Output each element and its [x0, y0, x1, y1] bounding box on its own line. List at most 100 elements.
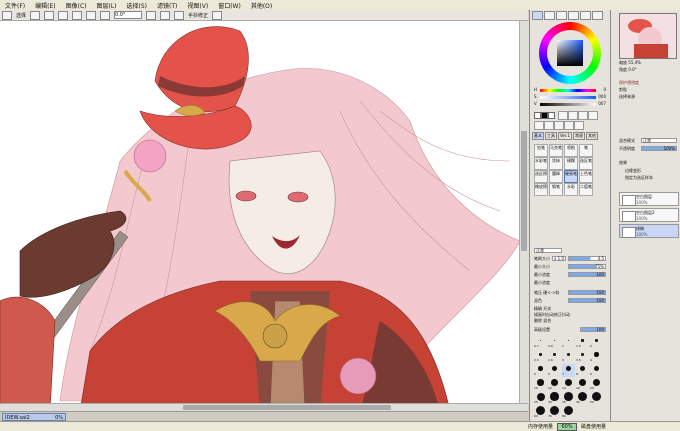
- menu-view[interactable]: 视图(V): [182, 1, 213, 10]
- brush-size-preset[interactable]: 8: [576, 364, 589, 377]
- brush-tool-button[interactable]: 钢笔: [549, 183, 563, 196]
- layer-item[interactable]: 空白图层2 100%: [619, 208, 679, 222]
- brush-size-preset[interactable]: 20: [590, 378, 603, 391]
- rotate-tool-icon[interactable]: [554, 121, 564, 130]
- rgb-slider-tab[interactable]: [544, 11, 555, 20]
- secondary-color-swatch[interactable]: [541, 112, 548, 119]
- menu-layer[interactable]: 图层(L): [92, 1, 122, 10]
- brush-size-preset[interactable]: 0.7: [534, 336, 547, 349]
- rotate-right-button[interactable]: [100, 10, 111, 20]
- brush-tool-button[interactable]: 选区擦: [534, 170, 548, 183]
- edge-effect-checkbox[interactable]: 边缘变形: [625, 168, 641, 174]
- horizontal-scroll-thumb[interactable]: [183, 405, 391, 410]
- navigator-angle[interactable]: 角度 0.0°: [619, 67, 637, 73]
- brush-size-preset[interactable]: 9: [590, 364, 603, 377]
- brush-tool-button[interactable]: 马克笔: [549, 144, 563, 157]
- swap-colors-button[interactable]: [558, 111, 568, 120]
- menu-select[interactable]: 选择(S): [122, 1, 153, 10]
- zoom-out-button[interactable]: [58, 10, 69, 20]
- brush-size-preset[interactable]: 2: [590, 336, 603, 349]
- brush-size-preset[interactable]: 1.5: [576, 336, 589, 349]
- drawing-canvas[interactable]: [0, 21, 528, 411]
- layer-item-selected[interactable]: 线稿 100%: [619, 224, 679, 238]
- vertical-scroll-thumb[interactable]: [521, 131, 527, 251]
- saturation-track[interactable]: [540, 96, 596, 99]
- document-tab[interactable]: IDEW.sai2 0%: [2, 413, 66, 421]
- layer-opacity-slider[interactable]: 100%: [641, 146, 677, 151]
- brush-size-preset[interactable]: 0.8: [548, 336, 561, 349]
- brush-size-preset[interactable]: 70: [548, 406, 561, 419]
- select-tool-button[interactable]: [2, 10, 12, 20]
- navigator-preview[interactable]: [619, 13, 677, 59]
- menu-filter[interactable]: 滤镜(T): [152, 1, 182, 10]
- brush-size-multiplier[interactable]: x 1.0: [552, 256, 566, 261]
- tool-tab-ver1[interactable]: Ver.1: [558, 132, 572, 140]
- rotate-left-button[interactable]: [86, 10, 97, 20]
- menu-other[interactable]: 其他(O): [246, 1, 277, 10]
- brush-size-preset[interactable]: 1: [562, 336, 575, 349]
- brush-size-preset[interactable]: 3: [562, 350, 575, 363]
- palette-tab[interactable]: [592, 11, 603, 20]
- brush-size-preset[interactable]: 10: [534, 378, 547, 391]
- transparent-color-swatch[interactable]: [548, 112, 555, 119]
- tool-tab-tools[interactable]: 工具: [545, 132, 557, 140]
- stabilizer-level-button[interactable]: [212, 10, 223, 20]
- value-slider[interactable]: V 007: [534, 101, 606, 107]
- menu-file[interactable]: 文件(F): [0, 1, 30, 10]
- brush-tool-button[interactable]: 二值笔: [579, 183, 593, 196]
- blend-mode-select[interactable]: 正常: [534, 248, 562, 253]
- navigator-zoom[interactable]: 缩放 55.4%: [619, 60, 641, 66]
- brush-size-preset[interactable]: 5: [534, 364, 547, 377]
- color-wheel-tab[interactable]: [532, 11, 543, 20]
- sample-selection-checkbox[interactable]: 指定为选区样本: [625, 175, 653, 181]
- delete-blend-checkbox-label[interactable]: 删除 混合: [534, 318, 551, 324]
- brush-size-preset[interactable]: 35: [562, 392, 575, 405]
- hand-tool-icon[interactable]: [564, 121, 574, 130]
- brush-size-preset[interactable]: 30: [548, 392, 561, 405]
- hsv-slider-tab[interactable]: [556, 11, 567, 20]
- brush-tool-button[interactable]: 上色笔: [579, 170, 593, 183]
- brush-size-preset[interactable]: 40: [576, 392, 589, 405]
- move-tool-icon[interactable]: [534, 121, 544, 130]
- brush-size-preset[interactable]: 7: [562, 364, 575, 377]
- invert-selection-button[interactable]: [44, 10, 55, 20]
- hue-slider[interactable]: H 0: [534, 87, 606, 93]
- magic-wand-icon[interactable]: [588, 111, 598, 120]
- layer-item[interactable]: 空白图层 100%: [619, 192, 679, 206]
- menu-edit[interactable]: 编辑(E): [30, 1, 60, 10]
- min-size-slider[interactable]: 75%: [568, 264, 606, 269]
- brush-tool-button[interactable]: 铅笔: [534, 144, 548, 157]
- select-tool-icon[interactable]: [568, 111, 578, 120]
- menu-window[interactable]: 窗口(W): [213, 1, 246, 10]
- primary-color-swatch[interactable]: [534, 112, 541, 119]
- brush-tool-button[interactable]: 水彩笔: [534, 157, 548, 170]
- brush-tool-button[interactable]: 模糊: [564, 157, 578, 170]
- brush-size-preset[interactable]: 6: [548, 364, 561, 377]
- value-track[interactable]: [540, 103, 596, 106]
- brush-size-slider[interactable]: 4.5: [568, 256, 606, 261]
- brush-size-preset[interactable]: 16: [576, 378, 589, 391]
- angle-field[interactable]: 0.0°: [114, 11, 143, 19]
- lasso-tool-icon[interactable]: [578, 111, 588, 120]
- brush-size-preset[interactable]: 3.5: [576, 350, 589, 363]
- brush-size-preset[interactable]: 80: [562, 406, 575, 419]
- brush-tool-button[interactable]: 涂抹: [549, 157, 563, 170]
- brush-tool-button[interactable]: 笔: [579, 144, 593, 157]
- stabilizer-icon[interactable]: [174, 10, 185, 20]
- blend-slider[interactable]: 100: [568, 298, 606, 303]
- brush-size-preset[interactable]: 12: [548, 378, 561, 391]
- protect-opacity-checkbox[interactable]: 保护透明度: [619, 80, 639, 86]
- tool-tab-common[interactable]: 常规: [572, 132, 585, 140]
- tool-tab-basic[interactable]: 基本: [532, 132, 544, 140]
- brush-tool-button[interactable]: 魔棒: [549, 170, 563, 183]
- brush-tool-button[interactable]: 喷枪: [564, 144, 578, 157]
- brush-size-preset[interactable]: 50: [590, 392, 603, 405]
- brush-size-preset[interactable]: 60: [534, 406, 547, 419]
- hue-track[interactable]: [540, 89, 596, 92]
- brush-size-preset[interactable]: 25: [534, 392, 547, 405]
- layer-blend-mode-select[interactable]: 正常: [641, 138, 677, 143]
- reset-rotation-button[interactable]: [146, 10, 157, 20]
- vertical-scrollbar[interactable]: [519, 21, 529, 403]
- brush-tool-button[interactable]: 选区笔: [579, 157, 593, 170]
- flip-button[interactable]: [160, 10, 171, 20]
